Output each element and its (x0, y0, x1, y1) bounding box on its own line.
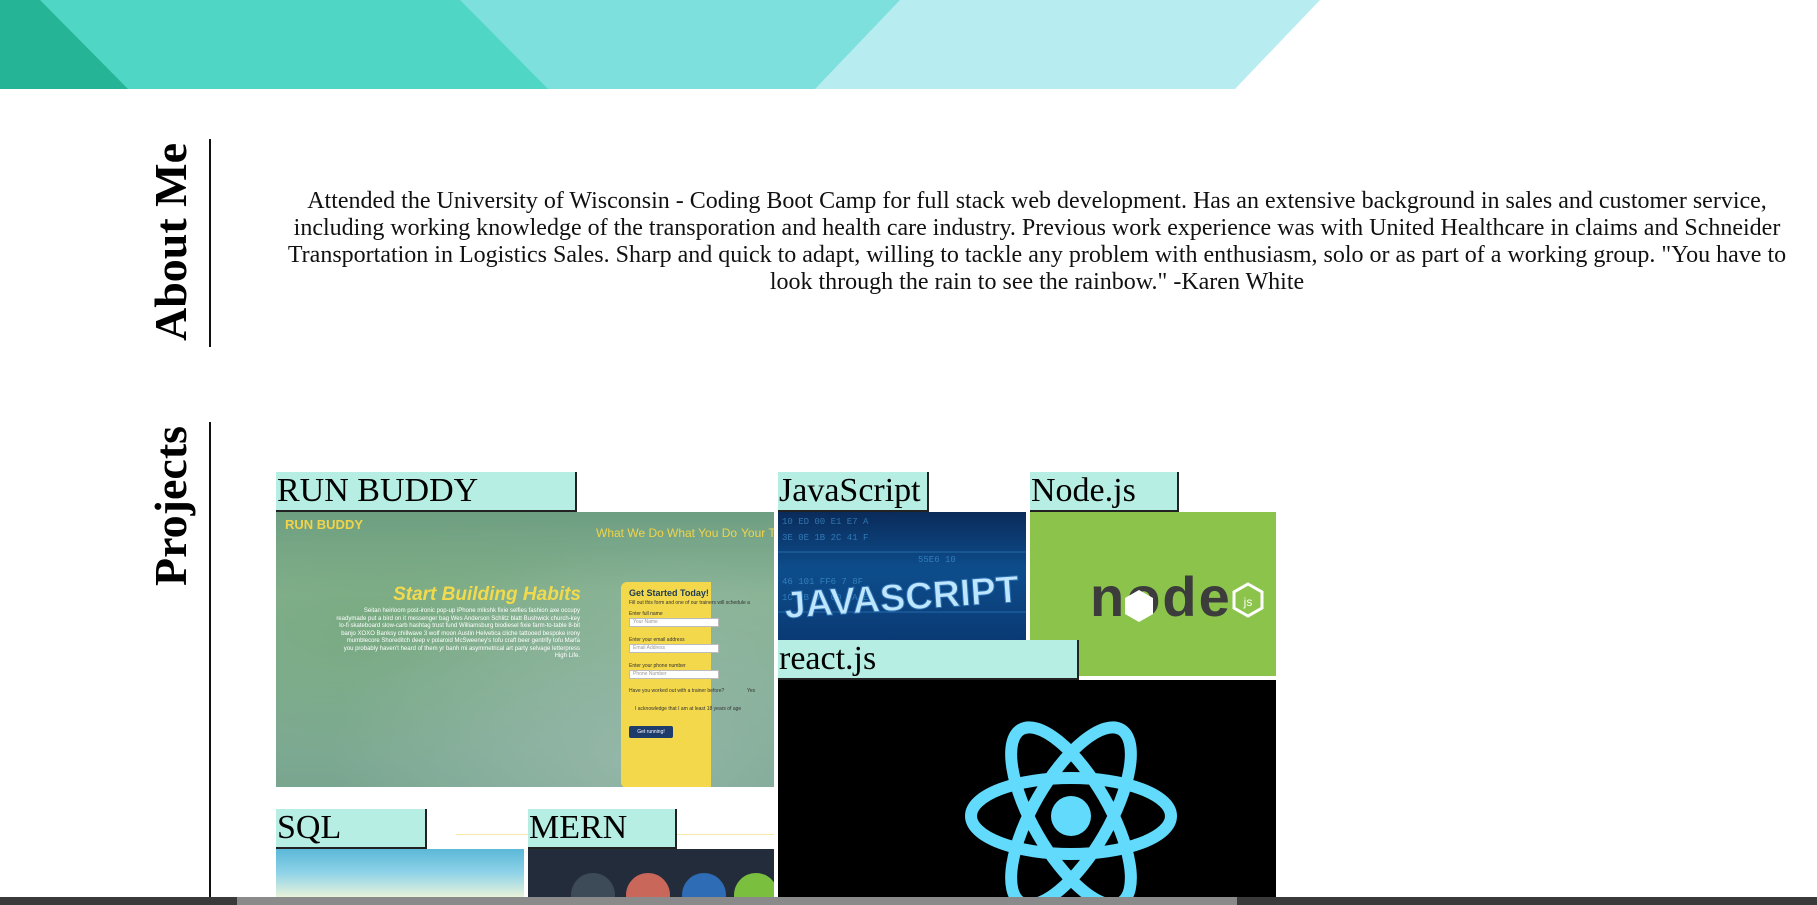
svg-text:js: js (1243, 595, 1253, 609)
get-running-button: Get running! (629, 726, 673, 738)
mern-image[interactable] (528, 849, 774, 897)
run-buddy-headline: Start Building Habits (393, 584, 581, 605)
reactjs-image[interactable] (778, 680, 1276, 897)
nodejs-logo-text: node (1090, 565, 1232, 628)
run-buddy-form-subtitle: Fill out this form and one of our traine… (629, 600, 750, 606)
project-label-nodejs[interactable]: Node.js (1030, 472, 1179, 512)
project-card-run-buddy[interactable]: RUN BUDDY RUN BUDDY What We Do What You … (276, 472, 774, 787)
run-buddy-nav-3: Your Tr (741, 526, 774, 540)
svg-text:55E6 10: 55E6 10 (918, 555, 956, 565)
field-phone: Phone Number (629, 670, 719, 679)
svg-text:3E 0E 1B 2C 41 F: 3E 0E 1B 2C 41 F (782, 533, 868, 543)
horizontal-scrollbar-thumb[interactable] (237, 897, 1237, 905)
run-buddy-screenshot[interactable]: RUN BUDDY What We Do What You Do Your Tr… (276, 512, 774, 787)
field-label-name: Enter full name (629, 611, 663, 617)
projects-divider (209, 422, 211, 905)
mern-logos-graphic (571, 873, 774, 897)
project-card-mern[interactable]: MERN (528, 809, 774, 897)
projects-heading: Projects (145, 425, 196, 586)
project-card-javascript[interactable]: JavaScript 10 ED 00 E1 E7 A 3E 0E 1B 2C … (778, 472, 1026, 640)
hero-banner (0, 0, 1817, 89)
about-divider (209, 139, 211, 347)
run-buddy-form: Get Started Today! Fill out this form an… (621, 582, 755, 787)
project-label-sql[interactable]: SQL (276, 809, 427, 849)
about-heading: About Me (145, 142, 196, 342)
javascript-image-graphic: 10 ED 00 E1 E7 A 3E 0E 1B 2C 41 F 46 101… (778, 517, 1026, 628)
project-card-reactjs[interactable]: react.js (778, 640, 1276, 897)
acknowledge-label: I acknowledge that I am at least 18 year… (635, 706, 742, 712)
yes-label: Yes (747, 688, 756, 694)
javascript-image[interactable]: 10 ED 00 E1 E7 A 3E 0E 1B 2C 41 F 46 101… (778, 512, 1026, 640)
project-card-sql[interactable]: SQL (276, 809, 524, 897)
run-buddy-nav-2: What You Do (667, 526, 738, 540)
react-logo-icon (965, 721, 1177, 897)
about-text: Attended the University of Wisconsin - C… (287, 188, 1787, 295)
sql-image[interactable] (276, 849, 524, 897)
run-buddy-brand: RUN BUDDY (285, 517, 363, 532)
project-label-reactjs[interactable]: react.js (778, 640, 1079, 680)
project-label-javascript[interactable]: JavaScript (778, 472, 929, 512)
field-name: Your Name (629, 618, 719, 627)
project-label-run-buddy[interactable]: RUN BUDDY (276, 472, 577, 512)
run-buddy-form-title: Get Started Today! (629, 588, 709, 598)
svg-text:10 ED 00 E1 E7 A: 10 ED 00 E1 E7 A (782, 517, 869, 527)
run-buddy-body: Seitan heirloom post-ironic pop-up iPhon… (336, 608, 580, 659)
field-label-email: Enter your email address (629, 637, 685, 643)
field-label-phone: Enter your phone number (629, 663, 686, 669)
trainer-question: Have you worked out with a trainer befor… (629, 688, 725, 694)
project-label-mern[interactable]: MERN (528, 809, 677, 849)
field-email: Email Address (629, 644, 719, 653)
run-buddy-nav-1: What We Do (596, 526, 664, 540)
